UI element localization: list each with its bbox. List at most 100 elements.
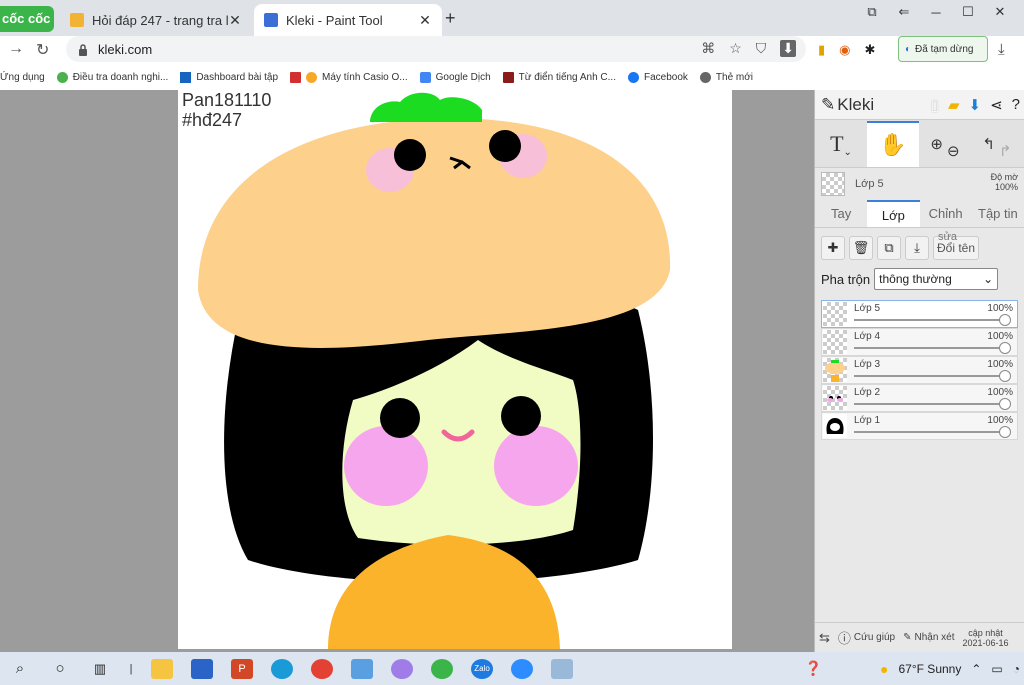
feedback-button[interactable]: ✎ Nhận xét [903,632,954,643]
edge-icon[interactable] [271,658,293,679]
paint3d-icon[interactable] [391,658,413,679]
downloads-icon[interactable]: ⤓ [998,41,1005,58]
wifi-icon[interactable]: ◔ [1013,662,1020,676]
tab-search-icon[interactable]: ⧉ [856,4,888,20]
address-bar[interactable]: kleki.com ⌘ ☆ ⛉ ⬇ [66,36,806,62]
help-tray-icon[interactable]: ❓ [805,660,822,677]
bookmark-new-tab[interactable]: Thẻ mới [699,71,753,83]
layer-item[interactable]: Lớp 5 100% [821,300,1018,328]
star-icon[interactable]: ☆ [729,40,742,57]
layer-opacity-slider[interactable] [854,319,1009,321]
kleki-logo[interactable]: ✎ Kleki [821,95,874,115]
weather-text[interactable]: 67°F Sunny [899,662,962,676]
sync-paused-button[interactable]: ◐ Đã tạm dừng [898,36,988,62]
url-text: kleki.com [98,41,153,57]
notepad-icon[interactable] [351,658,373,679]
layer-opacity-slider[interactable] [854,375,1009,377]
zoom-out-icon[interactable]: ⊖ [947,142,960,160]
share-icon[interactable]: ⋖ [990,96,1003,114]
rename-layer-button[interactable]: sửa Đổi tên [933,231,979,260]
back-arrow-icon[interactable]: ⇐ [888,4,920,20]
bookmark-dieutra[interactable]: Điều tra doanh nghi... [56,71,168,83]
help-icon[interactable]: ? [1012,96,1020,114]
battery-icon[interactable]: ▭ [991,662,1002,676]
bookmark-facebook[interactable]: Facebook [627,71,688,83]
bookmark-dashboard[interactable]: Dashboard bài tập [180,71,279,83]
lock-icon [78,43,88,56]
layer-item[interactable]: Lớp 4 100% [821,328,1018,356]
tab-hoidap[interactable]: Hỏi đáp 247 - trang tra lời ✕ [60,4,252,36]
delete-layer-button[interactable]: 🗑 [849,236,873,260]
text-tool-button[interactable]: T ⌄ [815,121,867,167]
tab-strip: cốc cốc Hỏi đáp 247 - trang tra lời ✕ Kl… [0,0,1024,36]
tab-layers[interactable]: Lớp [867,200,920,227]
extension-chrome-icon[interactable]: ◉ [839,42,850,58]
layer-opacity-knob[interactable] [999,342,1011,354]
kleki-logo-text: Kleki [837,94,875,114]
swap-icon[interactable]: ⇆ [819,630,830,646]
blend-mode-select[interactable]: thông thường ⌄ [874,268,999,290]
layer-item[interactable]: Lớp 2 100% [821,384,1018,412]
search-icon[interactable]: ⌕ [9,659,31,679]
store-icon[interactable] [191,658,213,679]
extensions-puzzle-icon[interactable]: ✱ [865,42,876,58]
layer-opacity-slider[interactable] [854,431,1009,433]
bookmark-google-dich[interactable]: Google Dịch [419,71,491,83]
hand-tool-button[interactable]: ✋ [867,120,919,167]
layer-opacity-knob[interactable] [999,370,1011,382]
merge-layer-button[interactable]: ⤓ [905,236,929,260]
add-layer-button[interactable]: ✚ [821,236,845,260]
download-page-icon[interactable]: ⬇ [780,40,796,57]
close-tab-icon[interactable]: ✕ [418,12,432,29]
layer-thumb [823,386,847,410]
zoom-icon[interactable] [511,658,533,679]
undo-icon[interactable]: ↰ [982,135,995,153]
layer-opacity-slider[interactable] [854,403,1009,405]
close-window-icon[interactable]: ✕ [984,4,1016,20]
brush-app-icon[interactable] [551,658,573,679]
maximize-icon[interactable]: ☐ [952,4,984,20]
duplicate-layer-button[interactable]: ⧉ [877,236,901,260]
powerpoint-icon[interactable]: P [231,658,253,679]
bookmark-label: Máy tính Casio O... [322,71,408,83]
forward-icon[interactable]: → [8,40,24,58]
chevron-up-icon[interactable]: ⌃ [971,662,981,676]
layer-opacity-knob[interactable] [999,314,1011,326]
redo-icon[interactable]: ↱ [999,142,1012,160]
folder-icon[interactable]: ▰ [948,96,960,114]
layer-opacity-slider[interactable] [854,347,1009,349]
new-file-icon[interactable]: ▯ [931,96,939,114]
layer-item[interactable]: Lớp 1 100% [821,412,1018,440]
bookmark-label: Dashboard bài tập [196,71,279,83]
zoom-in-icon[interactable]: ⊕ [930,135,943,153]
update-info[interactable]: cập nhật 2021-06-16 [963,628,1009,648]
tab-edit[interactable]: Chỉnh [920,200,972,227]
layer-opacity-knob[interactable] [999,398,1011,410]
bookmark-casio[interactable]: Máy tính Casio O... [290,71,408,83]
shield-icon[interactable]: ⛉ [756,40,767,57]
layer-item[interactable]: Lớp 3 100% [821,356,1018,384]
coccoc-icon[interactable] [431,658,453,679]
file-explorer-icon[interactable] [151,658,173,679]
zalo-icon[interactable]: Zalo [471,658,493,679]
task-view-icon[interactable]: ▥ [89,659,111,679]
extension-note-icon[interactable]: ▮ [818,42,825,58]
help-button[interactable]: ⓘ Cứu giúp [838,628,895,647]
tab-file[interactable]: Tập tin [972,200,1024,227]
new-tab-button[interactable]: + [445,8,456,29]
coccoc-logo[interactable]: cốc cốc [0,6,54,32]
translate-icon[interactable]: ⌘ [701,40,715,57]
reload-icon[interactable]: ↻ [36,40,49,60]
cortana-icon[interactable]: ○ [49,659,71,679]
layer-opacity-knob[interactable] [999,426,1011,438]
drawing-canvas[interactable]: Pan181110 #hđ247 [178,90,732,649]
canvas-workspace[interactable]: Pan181110 #hđ247 [0,90,814,652]
chrome-icon[interactable] [311,658,333,679]
bookmark-apps[interactable]: Ứng dụng [0,72,45,83]
bookmark-tudien[interactable]: Từ điển tiếng Anh C... [502,71,616,83]
close-tab-icon[interactable]: ✕ [228,12,242,29]
minimize-icon[interactable]: ─ [920,5,952,20]
tab-kleki[interactable]: Kleki - Paint Tool ✕ [254,4,442,36]
save-download-icon[interactable]: ⬇ [969,96,982,114]
tab-hand[interactable]: Tay [815,200,867,227]
